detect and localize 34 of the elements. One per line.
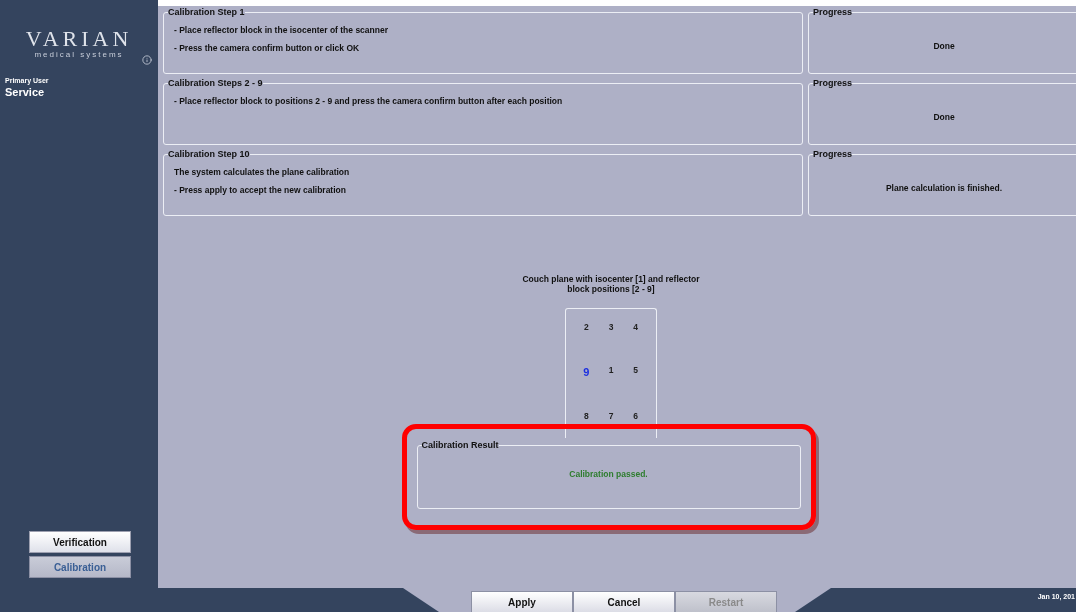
nav-button[interactable]: Verification (29, 531, 131, 553)
diagram-caption: Couch plane with isocenter [1] and reflector block positions [2 - 9] (521, 274, 701, 294)
result-title: Calibration Result (421, 439, 499, 452)
position-number: 8 (582, 410, 590, 423)
step-instruction: The system calculates the plane calibration (174, 165, 351, 179)
progress-status: Done (933, 39, 955, 53)
logo-tagline: medical systems (34, 50, 124, 60)
position-number: 1 (607, 363, 615, 377)
step-instruction: - Place reflector block to positions 2 - 9 and press the camera confirm button after each position (174, 94, 564, 108)
progress-status: Plane calculation is finished. (885, 181, 1003, 195)
step-instruction: - Press the camera confirm button or click OK (174, 42, 361, 55)
nav-button[interactable]: Calibration (29, 556, 131, 578)
position-number: 7 (607, 410, 615, 423)
position-number: 9 (582, 364, 591, 380)
user-name: Service (5, 85, 46, 99)
step-instruction: - Press apply to accept the new calibration (174, 184, 347, 197)
result-message: Calibration passed. (569, 467, 648, 481)
step-title: Calibration Step 1 (168, 6, 245, 19)
step-instruction: - Place reflector block in the isocenter of the scanner (174, 23, 389, 37)
position-number: 3 (607, 321, 615, 334)
position-number: 4 (632, 321, 639, 334)
progress-status: Done (933, 110, 955, 124)
position-number: 5 (632, 363, 639, 377)
progress-title: Progress (813, 148, 853, 161)
position-number: 6 (632, 410, 639, 423)
info-icon[interactable] (142, 55, 152, 65)
action-button[interactable]: Apply (471, 591, 573, 612)
progress-title: Progress (813, 77, 853, 90)
position-number: 2 (582, 321, 590, 334)
action-button[interactable]: Cancel (573, 591, 675, 612)
step-title: Calibration Steps 2 - 9 (168, 77, 263, 90)
progress-title: Progress (813, 6, 853, 19)
logo-wordmark: VARIAN (25, 28, 133, 50)
step-title: Calibration Step 10 (168, 148, 250, 161)
